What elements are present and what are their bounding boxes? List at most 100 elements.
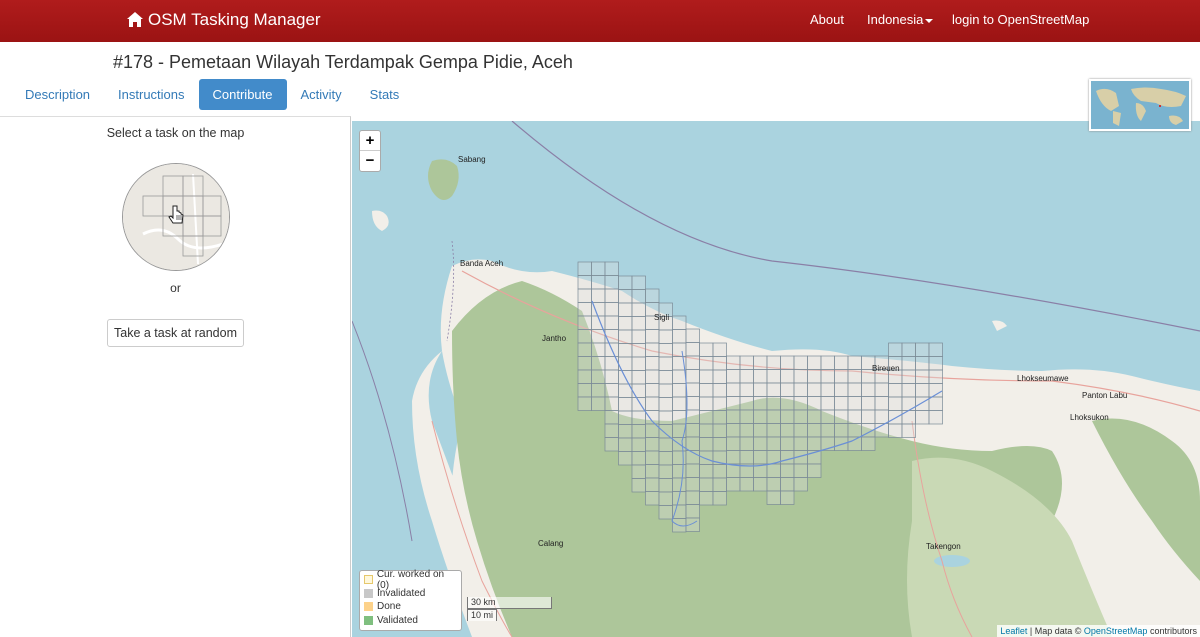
task-cell[interactable] (672, 369, 687, 384)
task-cell[interactable] (901, 383, 916, 398)
task-cell[interactable] (645, 491, 660, 506)
task-cell[interactable] (928, 356, 943, 371)
task-cell[interactable] (645, 450, 660, 465)
task-cell[interactable] (645, 288, 660, 303)
task-cell[interactable] (901, 396, 916, 411)
task-cell[interactable] (672, 504, 687, 519)
task-cell[interactable] (861, 396, 876, 411)
task-cell[interactable] (726, 436, 741, 451)
task-cell[interactable] (780, 369, 795, 384)
task-cell[interactable] (820, 396, 835, 411)
task-cell[interactable] (577, 288, 592, 303)
task-cell[interactable] (685, 490, 700, 505)
task-cell[interactable] (591, 342, 606, 357)
task-cell[interactable] (739, 396, 754, 411)
task-cell[interactable] (699, 410, 714, 425)
task-cell[interactable] (672, 410, 687, 425)
task-cell[interactable] (685, 328, 700, 343)
task-cell[interactable] (685, 342, 700, 357)
task-cell[interactable] (618, 329, 633, 344)
task-cell[interactable] (631, 383, 646, 398)
task-cell[interactable] (807, 423, 822, 438)
task-cell[interactable] (658, 410, 673, 425)
task-cell[interactable] (915, 356, 930, 371)
task-cell[interactable] (793, 436, 808, 451)
task-cell[interactable] (928, 369, 943, 384)
task-cell[interactable] (888, 410, 903, 425)
task-cell[interactable] (874, 396, 889, 411)
task-cell[interactable] (685, 436, 700, 451)
task-cell[interactable] (780, 355, 795, 370)
zoom-out-button[interactable]: − (360, 151, 380, 171)
task-cell[interactable] (766, 477, 781, 492)
task-cell[interactable] (793, 369, 808, 384)
task-cell[interactable] (645, 464, 660, 479)
task-cell[interactable] (645, 477, 660, 492)
task-cell[interactable] (672, 396, 687, 411)
task-cell[interactable] (780, 450, 795, 465)
task-cell[interactable] (685, 369, 700, 384)
task-cell[interactable] (753, 369, 768, 384)
task-cell[interactable] (712, 423, 727, 438)
overview-minimap[interactable] (1089, 79, 1191, 131)
task-cell[interactable] (834, 396, 849, 411)
task-cell[interactable] (604, 396, 619, 411)
zoom-in-button[interactable]: + (360, 131, 380, 151)
task-cell[interactable] (726, 382, 741, 397)
task-cell[interactable] (793, 396, 808, 411)
task-cell[interactable] (618, 424, 633, 439)
task-cell[interactable] (658, 464, 673, 479)
task-cell[interactable] (753, 409, 768, 424)
task-cell[interactable] (780, 436, 795, 451)
task-cell[interactable] (604, 423, 619, 438)
task-cell[interactable] (591, 396, 606, 411)
task-cell[interactable] (793, 463, 808, 478)
task-cell[interactable] (645, 342, 660, 357)
task-cell[interactable] (591, 383, 606, 398)
task-cell[interactable] (726, 477, 741, 492)
task-cell[interactable] (780, 423, 795, 438)
task-cell[interactable] (739, 355, 754, 370)
task-cell[interactable] (820, 355, 835, 370)
task-cell[interactable] (712, 383, 727, 398)
nav-about[interactable]: About (810, 12, 844, 27)
task-cell[interactable] (631, 275, 646, 290)
task-cell[interactable] (631, 343, 646, 358)
task-cell[interactable] (915, 396, 930, 411)
task-cell[interactable] (739, 423, 754, 438)
task-cell[interactable] (766, 409, 781, 424)
task-cell[interactable] (928, 396, 943, 411)
osm-link[interactable]: OpenStreetMap (1084, 626, 1148, 636)
task-cell[interactable] (793, 477, 808, 492)
task-cell[interactable] (604, 261, 619, 276)
task-cell[interactable] (631, 478, 646, 493)
task-cell[interactable] (739, 409, 754, 424)
task-cell[interactable] (901, 356, 916, 371)
task-cell[interactable] (577, 302, 592, 317)
task-cell[interactable] (847, 409, 862, 424)
task-cell[interactable] (577, 369, 592, 384)
task-cell[interactable] (739, 450, 754, 465)
task-cell[interactable] (672, 464, 687, 479)
task-cell[interactable] (591, 275, 606, 290)
nav-login[interactable]: login to OpenStreetMap (952, 12, 1089, 27)
task-cell[interactable] (685, 504, 700, 519)
task-cell[interactable] (685, 517, 700, 532)
task-cell[interactable] (753, 436, 768, 451)
task-cell[interactable] (726, 423, 741, 438)
task-cell[interactable] (577, 396, 592, 411)
task-cell[interactable] (888, 396, 903, 411)
task-cell[interactable] (861, 436, 876, 451)
brand-link[interactable]: OSM Tasking Manager (126, 10, 321, 30)
task-cell[interactable] (577, 315, 592, 330)
task-cell[interactable] (699, 396, 714, 411)
task-cell[interactable] (645, 383, 660, 398)
task-cell[interactable] (807, 396, 822, 411)
task-cell[interactable] (591, 288, 606, 303)
task-cell[interactable] (631, 451, 646, 466)
task-cell[interactable] (604, 288, 619, 303)
task-cell[interactable] (766, 369, 781, 384)
task-cell[interactable] (712, 356, 727, 371)
task-cell[interactable] (847, 369, 862, 384)
task-cell[interactable] (807, 369, 822, 384)
